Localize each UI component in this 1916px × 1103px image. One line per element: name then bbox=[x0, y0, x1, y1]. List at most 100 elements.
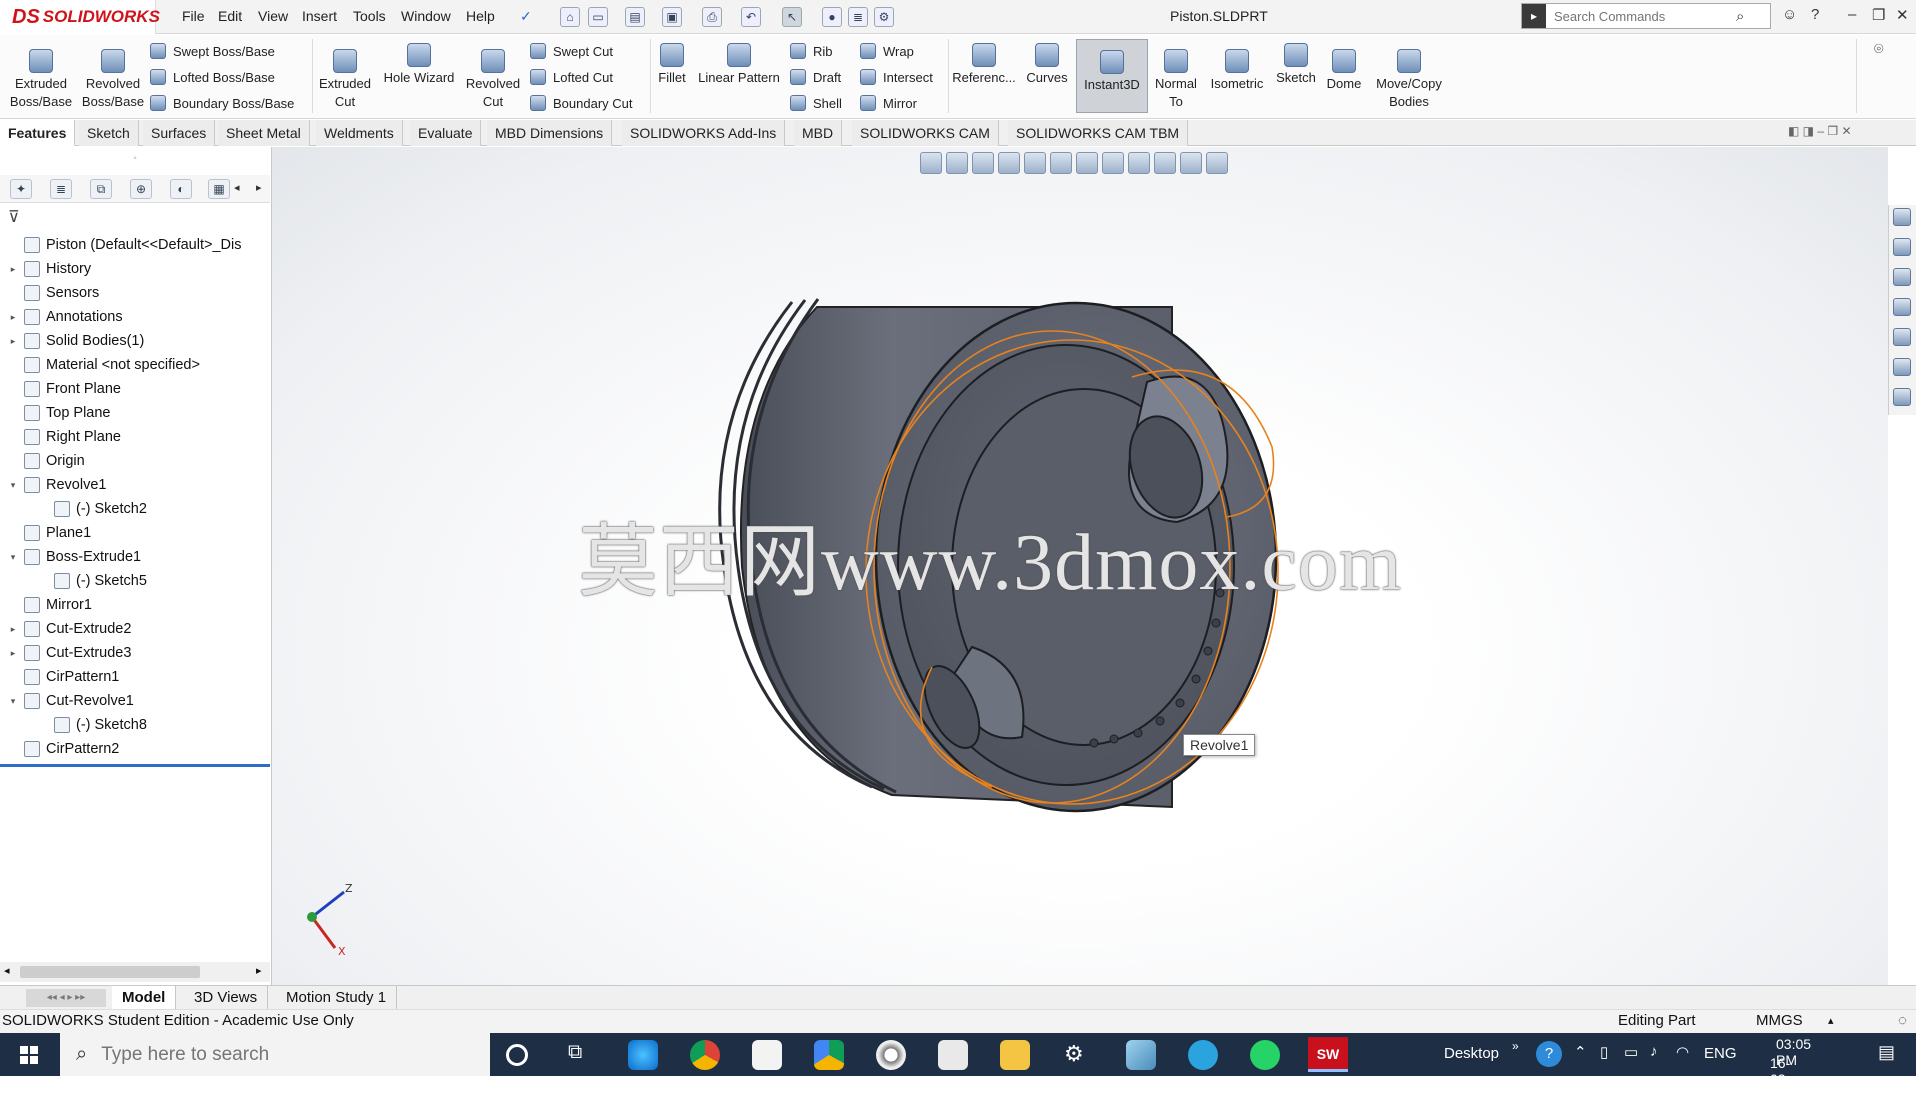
media-player-icon[interactable] bbox=[876, 1040, 906, 1070]
tab-weldments[interactable]: Weldments bbox=[316, 120, 403, 146]
view-palette-icon[interactable] bbox=[1893, 298, 1911, 316]
show-hidden-icons[interactable]: ⌃ bbox=[1574, 1043, 1587, 1061]
units-selector[interactable]: MMGS bbox=[1756, 1010, 1803, 1032]
save-icon[interactable]: ▣ bbox=[662, 7, 682, 27]
mirror-button[interactable]: Mirror bbox=[860, 95, 917, 111]
desktop-toolbar-label[interactable]: Desktop bbox=[1444, 1045, 1499, 1062]
custom-properties-icon[interactable] bbox=[1893, 358, 1911, 376]
tab-solidworks-cam[interactable]: SOLIDWORKS CAM bbox=[852, 120, 999, 146]
tree-item[interactable]: ▸ Solid Bodies(1) bbox=[0, 329, 270, 353]
taskbar-search[interactable]: ⌕ bbox=[60, 1033, 490, 1076]
file-explorer-taskbar-icon[interactable] bbox=[1000, 1040, 1030, 1070]
expand-toggle-icon[interactable]: ▸ bbox=[6, 617, 20, 641]
cam-manager-icon[interactable]: ▦ bbox=[208, 179, 230, 199]
tree-item[interactable]: Right Plane bbox=[0, 425, 270, 449]
tree-item[interactable]: Front Plane bbox=[0, 377, 270, 401]
tree-item[interactable]: ▸ Annotations bbox=[0, 305, 270, 329]
task-view-icon[interactable]: ⧉ bbox=[568, 1041, 582, 1064]
tab-surfaces[interactable]: Surfaces bbox=[143, 120, 216, 146]
design-library-icon[interactable] bbox=[1893, 238, 1911, 256]
menu-view[interactable]: View bbox=[258, 8, 288, 24]
rib-button[interactable]: Rib bbox=[790, 43, 833, 59]
solidworks-taskbar-icon[interactable]: SW bbox=[1308, 1037, 1348, 1072]
tree-item[interactable]: ▾ Revolve1 bbox=[0, 473, 270, 497]
user-icon[interactable]: ☺ bbox=[1782, 6, 1797, 23]
options-gear-icon[interactable]: ⚙ bbox=[874, 7, 894, 27]
reference-geometry-button[interactable]: Referenc... bbox=[950, 43, 1018, 87]
print-icon[interactable]: ⎙ bbox=[702, 7, 722, 27]
rollback-bar[interactable] bbox=[0, 764, 270, 767]
dimxpert-icon[interactable]: ⊕ bbox=[130, 179, 152, 199]
start-button[interactable] bbox=[0, 1033, 58, 1076]
tree-item[interactable]: Mirror1 bbox=[0, 593, 270, 617]
tree-item[interactable]: ▸ History bbox=[0, 257, 270, 281]
tab-model[interactable]: Model bbox=[112, 986, 177, 1010]
isometric-button[interactable]: Isometric bbox=[1204, 49, 1270, 93]
tree-item[interactable]: Piston (Default<<Default>_Dis bbox=[0, 233, 270, 257]
lofted-cut-button[interactable]: Lofted Cut bbox=[530, 69, 613, 85]
tree-item[interactable]: (-) Sketch5 bbox=[0, 569, 270, 593]
property-manager-icon[interactable]: ≣ bbox=[50, 179, 72, 199]
forum-icon[interactable] bbox=[1893, 388, 1911, 406]
solidworks-resources-icon[interactable] bbox=[1893, 208, 1911, 226]
shell-button[interactable]: Shell bbox=[790, 95, 842, 111]
revolved-cut-button[interactable]: Revolved Cut bbox=[462, 49, 524, 111]
tab-motion-study[interactable]: Motion Study 1 bbox=[276, 986, 398, 1010]
help-icon[interactable]: ? bbox=[1811, 6, 1819, 23]
menu-tools[interactable]: Tools bbox=[353, 8, 386, 24]
tab-mbd[interactable]: MBD bbox=[794, 120, 843, 146]
wrap-button[interactable]: Wrap bbox=[860, 43, 914, 59]
wifi-icon[interactable]: ◠ bbox=[1676, 1043, 1689, 1061]
select-icon[interactable]: ↖ bbox=[782, 7, 802, 27]
battery-icon[interactable]: ▭ bbox=[1624, 1043, 1638, 1061]
menu-insert[interactable]: Insert bbox=[302, 8, 337, 24]
tab-sketch[interactable]: Sketch bbox=[79, 120, 139, 146]
whatsapp-icon[interactable] bbox=[1250, 1040, 1280, 1070]
volume-icon[interactable]: ♪ bbox=[1650, 1043, 1658, 1060]
rebuild-icon[interactable]: ● bbox=[822, 7, 842, 27]
lofted-boss-button[interactable]: Lofted Boss/Base bbox=[150, 69, 275, 85]
cortana-icon[interactable] bbox=[506, 1044, 528, 1066]
file-properties-icon[interactable]: ≣ bbox=[848, 7, 868, 27]
curves-button[interactable]: Curves bbox=[1022, 43, 1072, 87]
menu-edit[interactable]: Edit bbox=[218, 8, 242, 24]
menu-help[interactable]: Help bbox=[466, 8, 495, 24]
tab-scroll-left-icon[interactable]: ◂ bbox=[234, 181, 240, 194]
tree-item[interactable]: Sensors bbox=[0, 281, 270, 305]
swept-cut-button[interactable]: Swept Cut bbox=[530, 43, 613, 59]
device-icon[interactable]: ▯ bbox=[1600, 1043, 1608, 1061]
minimize-icon[interactable]: – bbox=[1848, 6, 1856, 23]
tree-item[interactable]: Plane1 bbox=[0, 521, 270, 545]
solidworks-logo[interactable]: DS SOLIDWORKS bbox=[0, 0, 160, 34]
revolved-boss-button[interactable]: Revolved Boss/Base bbox=[78, 49, 148, 111]
expand-toggle-icon[interactable]: ▸ bbox=[6, 257, 20, 281]
sketch-button[interactable]: Sketch bbox=[1272, 43, 1320, 87]
hole-wizard-button[interactable]: Hole Wizard bbox=[378, 43, 460, 87]
google-drive-icon[interactable] bbox=[814, 1040, 844, 1070]
panel-grip[interactable]: ◦ bbox=[0, 153, 270, 164]
appearances-icon[interactable] bbox=[1893, 328, 1911, 346]
fillet-button[interactable]: Fillet bbox=[652, 43, 692, 87]
mail-icon[interactable] bbox=[938, 1040, 968, 1070]
tab-navigation-arrows[interactable]: ◂◂ ◂ ▸ ▸▸ bbox=[26, 989, 106, 1007]
tree-item[interactable]: ▸ Cut-Extrude3 bbox=[0, 641, 270, 665]
undo-icon[interactable]: ↶ bbox=[741, 7, 761, 27]
tab-3d-views[interactable]: 3D Views bbox=[184, 986, 269, 1010]
scroll-right-icon[interactable]: ▸ bbox=[256, 964, 262, 977]
scroll-left-icon[interactable]: ◂ bbox=[4, 964, 10, 977]
notepad-icon[interactable] bbox=[1126, 1040, 1156, 1070]
search-icon[interactable]: ⌕ bbox=[1736, 8, 1744, 25]
tree-item[interactable]: (-) Sketch8 bbox=[0, 713, 270, 737]
normal-to-button[interactable]: Normal To bbox=[1150, 49, 1202, 111]
horizontal-scrollbar[interactable]: ◂ ▸ bbox=[0, 962, 270, 982]
tab-mbd-dimensions[interactable]: MBD Dimensions bbox=[487, 120, 613, 146]
search-commands[interactable]: ▸ ⌕ bbox=[1521, 3, 1771, 29]
clock-date[interactable]: 16-02-2021 bbox=[1770, 1055, 1801, 1103]
units-up-icon[interactable]: ▴ bbox=[1828, 1010, 1834, 1032]
search-input[interactable] bbox=[1546, 8, 1736, 24]
tab-scroll-right-icon[interactable]: ▸ bbox=[256, 181, 262, 194]
chrome-icon[interactable] bbox=[690, 1040, 720, 1070]
display-manager-icon[interactable]: ◐ bbox=[170, 179, 192, 199]
tree-item[interactable]: (-) Sketch2 bbox=[0, 497, 270, 521]
draft-button[interactable]: Draft bbox=[790, 69, 841, 85]
